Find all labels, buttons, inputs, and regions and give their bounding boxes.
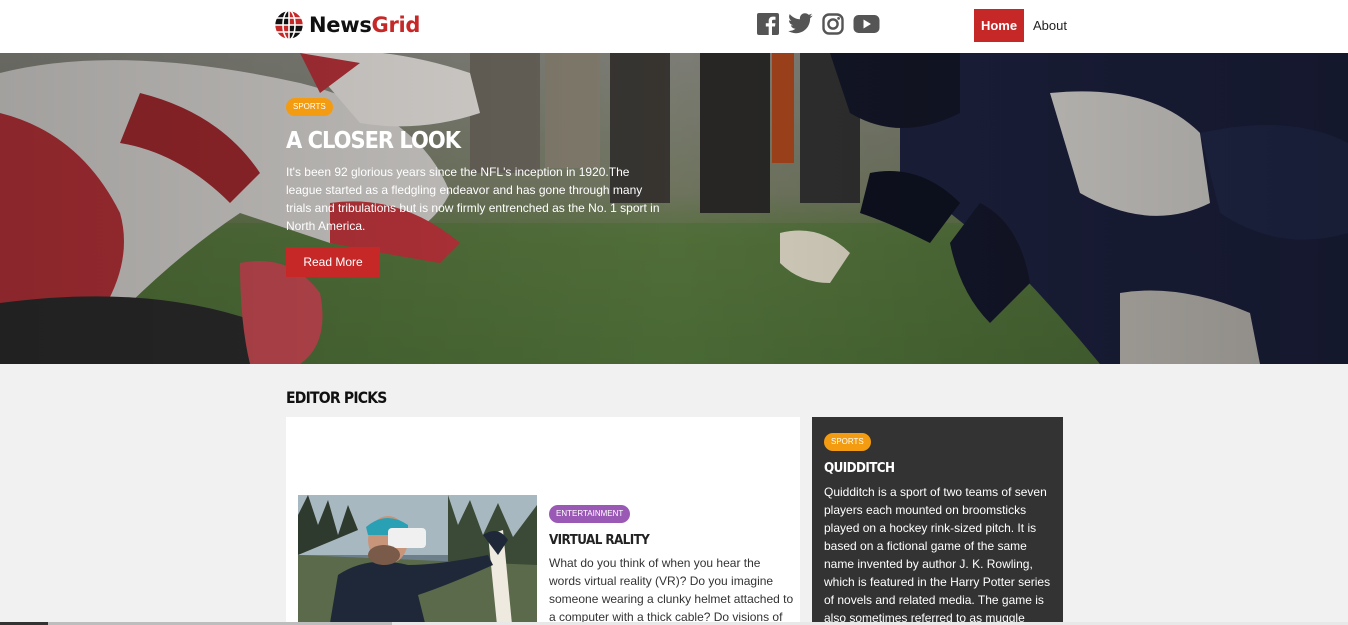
read-more-button[interactable]: Read More — [286, 247, 380, 277]
side-article-card[interactable]: SPORTS QUIDDITCH Quidditch is a sport of… — [812, 417, 1063, 625]
side-article-title[interactable]: QUIDDITCH — [824, 460, 1054, 475]
youtube-icon[interactable] — [853, 13, 880, 35]
globe-icon — [273, 9, 305, 41]
vr-photo — [298, 495, 537, 625]
article-thumbnail[interactable] — [298, 495, 537, 625]
category-badge[interactable]: SPORTS — [824, 433, 871, 451]
nav-about-link[interactable]: About — [1024, 9, 1067, 42]
category-badge[interactable]: SPORTS — [286, 98, 333, 116]
main-nav: Home About — [974, 9, 1067, 42]
nav-home-link[interactable]: Home — [974, 9, 1024, 42]
social-links — [757, 13, 880, 35]
brand-name: NewsGrid — [309, 13, 421, 37]
hero-banner: SPORTS A CLOSER LOOK It's been 92 glorio… — [0, 53, 1348, 364]
article-body: ENTERTAINMENT VIRTUAL RALITY What do you… — [549, 503, 794, 625]
hero-title: A CLOSER LOOK — [286, 127, 461, 154]
site-logo[interactable]: NewsGrid — [273, 9, 420, 41]
hero-football-image — [0, 53, 1348, 364]
side-article-body: SPORTS QUIDDITCH Quidditch is a sport of… — [824, 431, 1054, 625]
article-card[interactable]: ENTERTAINMENT VIRTUAL RALITY What do you… — [286, 417, 800, 625]
article-title[interactable]: VIRTUAL RALITY — [549, 532, 794, 547]
category-badge[interactable]: ENTERTAINMENT — [549, 505, 631, 523]
site-header: NewsGrid Home About — [0, 0, 1348, 53]
side-article-excerpt: Quidditch is a sport of two teams of sev… — [824, 485, 1051, 625]
instagram-icon[interactable] — [822, 13, 844, 35]
twitter-icon[interactable] — [788, 13, 813, 35]
article-excerpt: What do you think of when you hear the w… — [549, 556, 794, 624]
facebook-icon[interactable] — [757, 13, 779, 35]
section-title: EDITOR PICKS — [286, 389, 387, 408]
hero-excerpt: It's been 92 glorious years since the NF… — [286, 165, 660, 233]
hero-content: SPORTS A CLOSER LOOK It's been 92 glorio… — [286, 96, 666, 277]
